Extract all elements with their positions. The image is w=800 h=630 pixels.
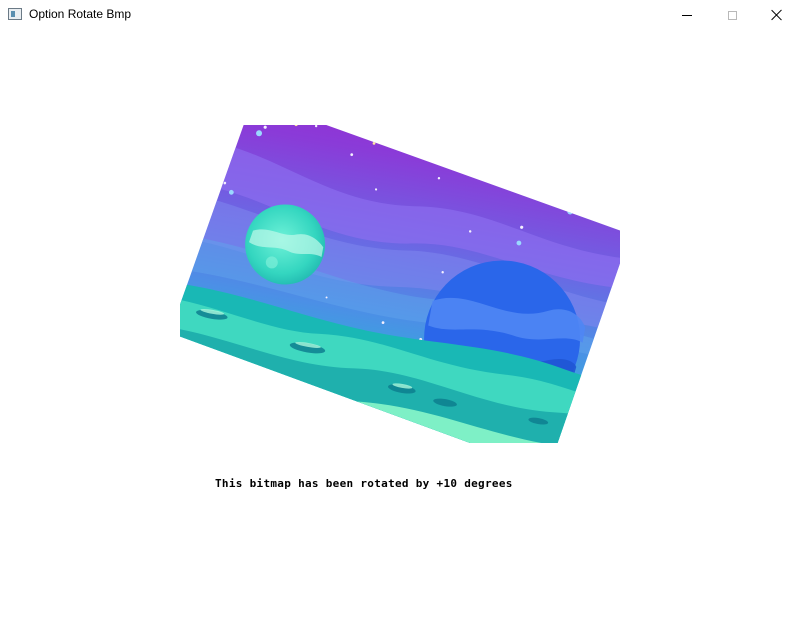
app-window-icon	[8, 8, 22, 20]
rotated-bitmap-image	[157, 91, 642, 479]
window-title: Option Rotate Bmp	[29, 7, 132, 21]
minimize-icon	[682, 14, 692, 16]
minimize-button[interactable]	[664, 0, 710, 30]
rotation-caption: This bitmap has been rotated by +10 degr…	[215, 477, 513, 490]
maximize-button[interactable]	[709, 0, 755, 30]
maximize-icon	[727, 10, 737, 20]
title-bar: Option Rotate Bmp	[0, 0, 800, 30]
close-button[interactable]	[754, 0, 800, 30]
rotated-bitmap	[157, 91, 642, 479]
close-icon	[771, 9, 783, 21]
